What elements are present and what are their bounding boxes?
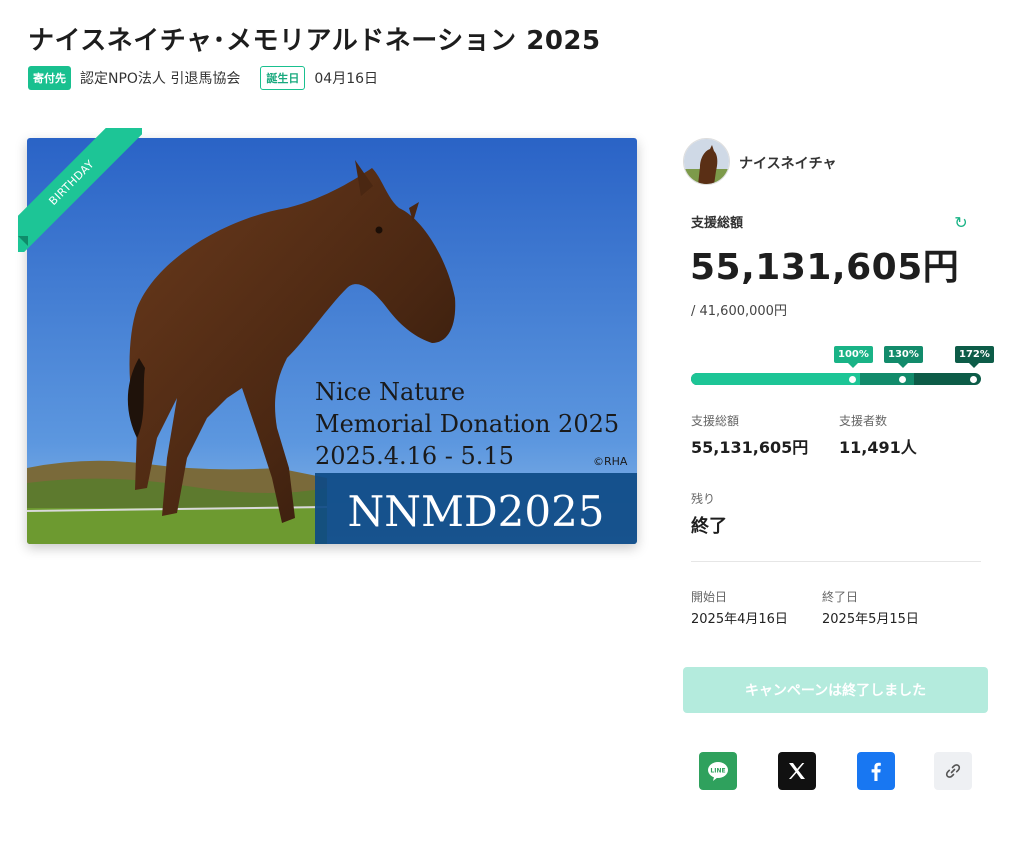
milestone-130: 130% [884,346,923,368]
hero-credit: ©RHA [593,455,628,468]
total-amount: 55,131,605円 [690,247,960,288]
goal-amount: / 41,600,000円 [691,304,787,319]
birthday-date: 04月16日 [314,71,379,87]
start-date-value: 2025年4月16日 [691,612,788,627]
copy-link-button[interactable] [934,752,972,790]
progress-segment-100 [691,373,860,385]
facebook-icon [871,762,881,781]
hero-line-2: Memorial Donation 2025 [315,410,619,438]
progress-marker-100 [849,376,856,383]
campaign-meta: 寄付先 認定NPO法人 引退馬協会 誕生日 04月16日 [28,66,378,90]
milestone-172: 172% [955,346,994,368]
share-line-button[interactable]: LINE [699,752,737,790]
birthday-tag: 誕生日 [260,66,306,90]
share-x-button[interactable] [778,752,816,790]
campaign-ended-button[interactable]: キャンペーンは終了しました [683,667,988,713]
avatar[interactable] [683,138,730,185]
total-label: 支援総額 [691,216,744,231]
start-date-label: 開始日 [691,590,728,604]
stat-supporters-value: 11,491人 [839,438,917,457]
line-icon: LINE [708,762,728,781]
campaign-owner-name[interactable]: ナイスネイチャ [739,153,836,173]
divider [691,561,981,562]
milestone-100-label: 100% [838,349,869,360]
stat-supporters-label: 支援者数 [839,414,888,428]
refresh-icon[interactable]: ↻ [952,214,970,232]
hero-banner-text: NNMD2025 [347,487,604,536]
milestone-130-label: 130% [888,349,919,360]
stat-total-value: 55,131,605円 [691,438,809,457]
milestone-172-label: 172% [959,349,990,360]
milestone-100: 100% [834,346,873,368]
end-date-label: 終了日 [822,590,859,604]
page-title: ナイスネイチャ･メモリアルドネーション 2025 [28,26,601,56]
remaining-value: 終了 [691,516,727,537]
link-icon [945,764,961,778]
ribbon-tail [18,236,28,246]
end-date-value: 2025年5月15日 [822,612,919,627]
progress-marker-172 [970,376,977,383]
progress-bar [691,373,981,385]
beneficiary-name[interactable]: 認定NPO法人 引退馬協会 [80,68,240,88]
hero-line-1: Nice Nature [315,378,465,406]
remaining-label: 残り [691,492,716,506]
hero-line-3: 2025.4.16 - 5.15 [315,442,514,470]
svg-text:LINE: LINE [710,768,725,775]
campaign-page: ナイスネイチャ･メモリアルドネーション 2025 寄付先 認定NPO法人 引退馬… [0,0,1024,843]
beneficiary-tag: 寄付先 [28,66,71,90]
campaign-hero-image: Nice Nature Memorial Donation 2025 2025.… [27,138,637,544]
share-facebook-button[interactable] [857,752,895,790]
horse-avatar-icon [684,139,729,184]
progress-marker-130 [899,376,906,383]
stat-total-label: 支援総額 [691,414,740,428]
hero-illustration: Nice Nature Memorial Donation 2025 2025.… [27,138,637,544]
x-icon [789,763,805,779]
